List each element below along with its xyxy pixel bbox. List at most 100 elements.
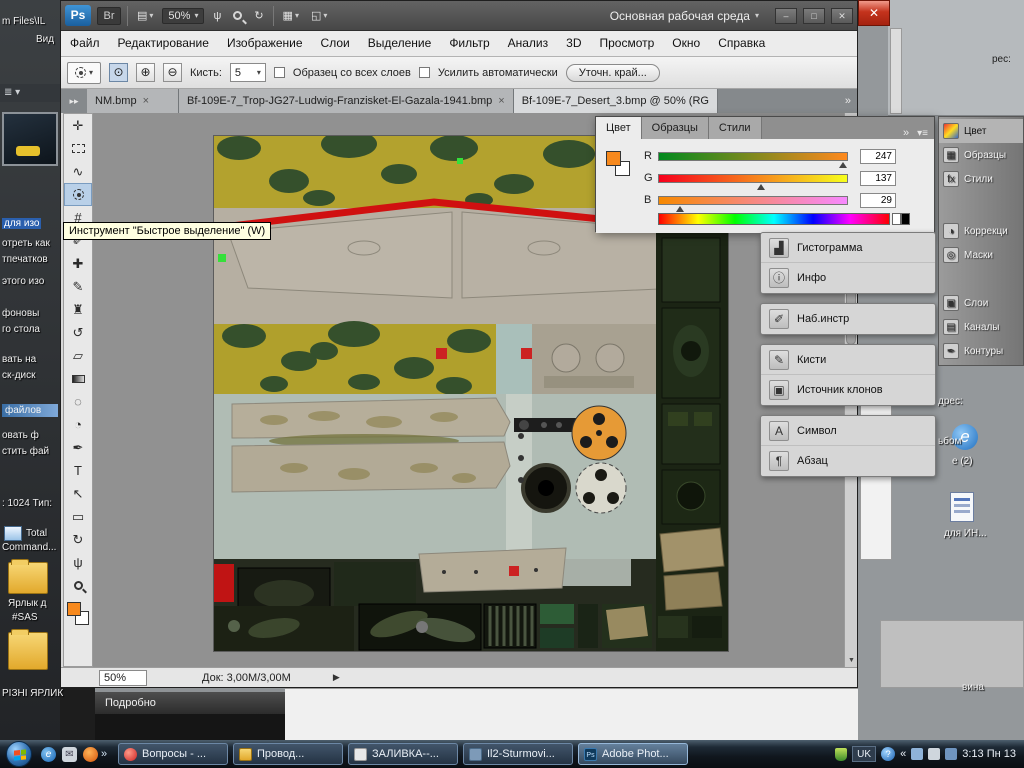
menu-item-3d[interactable]: 3D [557,31,590,56]
tool-blur[interactable]: ◌ [64,390,92,413]
internet-explorer-desktop-icon[interactable]: e [952,424,978,450]
help-icon[interactable]: ? [881,747,895,761]
tab-overflow-button[interactable]: » [839,89,857,113]
view-extras-button[interactable]: ▤▾ [134,8,156,23]
tool-path-selection[interactable]: ↖ [64,482,92,505]
tab-styles[interactable]: Стили [709,117,762,139]
dock-item-channels[interactable]: ▤Каналы [939,315,1023,339]
taskbar-button-explorer[interactable]: Провод... [233,743,343,765]
tab-color[interactable]: Цвет [596,117,642,139]
document-tab-trop[interactable]: Bf-109E-7_Trop-JG27-Ludwig-Franzisket-El… [179,89,514,113]
taskbar-button-zalivka[interactable]: ЗАЛИВКА--... [348,743,458,765]
auto-enhance-checkbox[interactable] [419,67,430,78]
tool-history-brush[interactable]: ↺ [64,321,92,344]
tool-lasso[interactable]: ∿ [64,160,92,183]
sample-all-layers-checkbox[interactable] [274,67,285,78]
close-tab-icon[interactable]: × [143,95,149,107]
status-zoom-input[interactable]: 50% [99,670,147,686]
volume-tray-icon[interactable] [928,748,940,760]
tool-rectangular-marquee[interactable] [64,137,92,160]
tool-preset-picker[interactable]: ▾ [67,62,101,84]
menu-item-edit[interactable]: Редактирование [109,31,218,56]
close-button[interactable]: ✕ [831,8,853,24]
dock-item-swatches[interactable]: ▦Образцы [939,143,1023,167]
tool-hand[interactable]: ψ [64,551,92,574]
panel-menu-icon[interactable]: ▾≡ [917,128,934,139]
brush-size-picker[interactable]: 5▾ [230,63,266,82]
foreground-color-swatch[interactable] [67,602,81,616]
panel-button-histogram[interactable]: ▟Гистограмма [761,233,935,263]
menu-item-layers[interactable]: Слои [312,31,359,56]
folder-icon-sas[interactable] [8,562,48,594]
start-button[interactable] [6,741,32,767]
blue-channel-value[interactable]: 29 [860,193,896,208]
minimize-button[interactable]: – [775,8,797,24]
panel-button-info[interactable]: ⓘИнфо [761,263,935,293]
refine-edge-button[interactable]: Уточн. край... [566,64,660,82]
blue-channel-slider[interactable] [658,196,848,205]
menu-item-image[interactable]: Изображение [218,31,312,56]
tray-chevron[interactable]: « [900,748,906,760]
subtract-from-selection-mode-button[interactable]: ⊖ [163,63,182,82]
language-indicator[interactable]: UK [852,746,876,762]
red-channel-slider[interactable] [658,152,848,161]
tool-type[interactable]: T [64,459,92,482]
desktop-image-thumbnail[interactable] [2,112,58,166]
tool-zoom[interactable] [64,574,92,597]
menu-item-file[interactable]: Файл [61,31,109,56]
dock-item-color[interactable]: Цвет [939,119,1023,143]
document-tab-nm[interactable]: NM.bmp× [87,89,179,113]
color-spectrum-ramp[interactable] [658,213,890,225]
slider-thumb[interactable] [757,184,765,190]
screen-mode-button[interactable]: ◱▾ [308,8,330,23]
tools-panel-collapse-button[interactable]: ▸▸ [61,89,87,113]
menu-item-analysis[interactable]: Анализ [499,31,558,56]
add-to-selection-mode-button[interactable]: ⊕ [136,63,155,82]
menu-item-view[interactable]: Просмотр [590,31,663,56]
taskbar-button-photoshop[interactable]: PsAdobe Phot... [578,743,688,765]
tool-dodge[interactable]: ◔ [64,413,92,436]
white-swatch[interactable] [892,213,901,225]
black-swatch[interactable] [901,213,910,225]
slider-thumb[interactable] [676,206,684,212]
tool-gradient[interactable] [64,367,92,390]
bridge-button[interactable]: Br [97,7,121,25]
slider-thumb[interactable] [839,162,847,168]
menu-item-select[interactable]: Выделение [359,31,441,56]
document-tab-desert-active[interactable]: Bf-109E-7_Desert_3.bmp @ 50% (RG [514,89,718,113]
menu-item-help[interactable]: Справка [709,31,774,56]
antivirus-tray-icon[interactable] [835,748,847,761]
panel-button-tool-presets[interactable]: ✐Наб.инстр [761,304,935,334]
taskbar-button-voprosy[interactable]: Вопросы - ... [118,743,228,765]
new-selection-mode-button[interactable]: ⊙ [109,63,128,82]
maximize-button[interactable]: □ [803,8,825,24]
background-window-close-button[interactable]: ✕ [858,0,890,26]
document-desktop-icon[interactable] [950,492,974,522]
tool-rotate-view[interactable]: ↻ [64,528,92,551]
dock-item-styles[interactable]: fxСтили [939,167,1023,191]
quick-launch-mail-icon[interactable]: ✉ [62,747,77,762]
tool-brush[interactable]: ✎ [64,275,92,298]
panel-button-paragraph[interactable]: ¶Абзац [761,446,935,476]
quick-launch-browser-icon[interactable]: e [41,747,56,762]
dock-item-paths[interactable]: ✒Контуры [939,339,1023,363]
dock-item-adjustments[interactable]: ◑Коррекци [939,219,1023,243]
menu-item-window[interactable]: Окно [663,31,709,56]
tool-move[interactable]: ✛ [64,114,92,137]
close-tab-icon[interactable]: × [498,95,504,107]
taskbar-button-il2[interactable]: Il2-Sturmovi... [463,743,573,765]
quick-launch-chevron[interactable]: » [101,748,113,760]
display-tray-icon[interactable] [945,748,957,760]
green-channel-value[interactable]: 137 [860,171,896,186]
tool-quick-selection[interactable] [64,183,92,206]
tool-eraser[interactable]: ▱ [64,344,92,367]
panel-button-clone-source[interactable]: ▣Источник клонов [761,375,935,405]
background-scrollbar[interactable] [890,28,902,114]
network-tray-icon[interactable] [911,748,923,760]
status-options-arrow[interactable]: ▶ [333,672,340,683]
hand-tool-button[interactable]: ψ [210,9,224,23]
panel-button-brushes[interactable]: ✎Кисти [761,345,935,375]
details-panel-header[interactable]: Подробно [95,692,285,714]
zoom-tool-button[interactable] [230,10,245,21]
dock-item-layers[interactable]: ▣Слои [939,291,1023,315]
